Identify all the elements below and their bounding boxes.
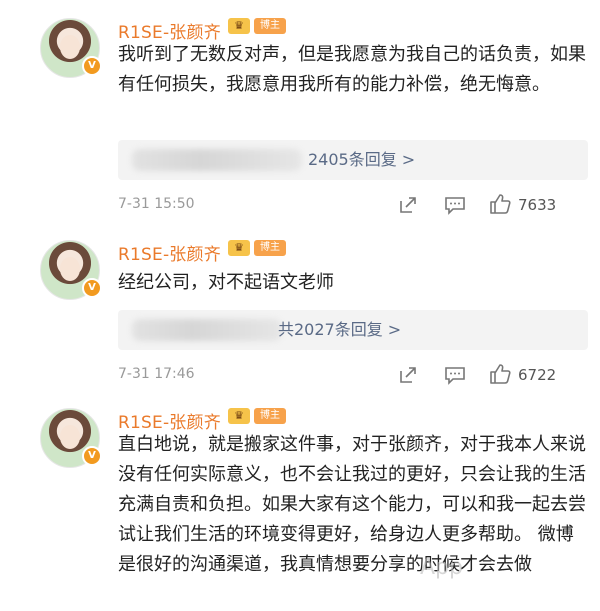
crown-icon: ♛ — [228, 408, 250, 424]
author-tag: 博主 — [254, 18, 286, 34]
comment-icon[interactable] — [444, 195, 466, 215]
share-icon[interactable] — [398, 195, 418, 215]
comment-icon[interactable] — [444, 365, 466, 385]
like-count: 6722 — [518, 366, 557, 384]
comment-text: 直白地说，就是搬家这件事，对于张颜齐，对于我本人来说没有任何实际意义，也不会让我… — [118, 434, 586, 575]
comment-text: 我听到了无数反对声，但是我愿意为我自己的话负责，如果有任何损失，我愿意用我所有的… — [118, 44, 586, 95]
crown-icon: ♛ — [228, 240, 250, 256]
share-icon[interactable] — [398, 365, 418, 385]
blurred-reply-preview — [132, 319, 282, 341]
replies-count: 共2027条回复 > — [278, 320, 402, 339]
author-tag: 博主 — [254, 408, 286, 424]
author-name[interactable]: R1SE-张颜齐 — [118, 240, 221, 265]
watermark: App — [420, 555, 463, 580]
replies-count: 2405条回复 > — [308, 150, 416, 169]
comment-timestamp: 7-31 15:50 — [118, 196, 195, 212]
like-count: 7633 — [518, 196, 557, 214]
verified-v-icon: V — [82, 56, 102, 76]
replies-link[interactable]: 共2027条回复 > — [118, 310, 588, 350]
thumbs-up-icon[interactable] — [488, 193, 512, 215]
verified-v-icon: V — [82, 278, 102, 298]
blurred-reply-preview — [132, 149, 302, 171]
crown-icon: ♛ — [228, 18, 250, 34]
author-tag: 博主 — [254, 240, 286, 256]
comment-text: 经纪公司，对不起语文老师 — [118, 272, 334, 293]
verified-v-icon: V — [82, 446, 102, 466]
replies-link[interactable]: 2405条回复 > — [118, 140, 588, 180]
thumbs-up-icon[interactable] — [488, 363, 512, 385]
comment-timestamp: 7-31 17:46 — [118, 366, 195, 382]
